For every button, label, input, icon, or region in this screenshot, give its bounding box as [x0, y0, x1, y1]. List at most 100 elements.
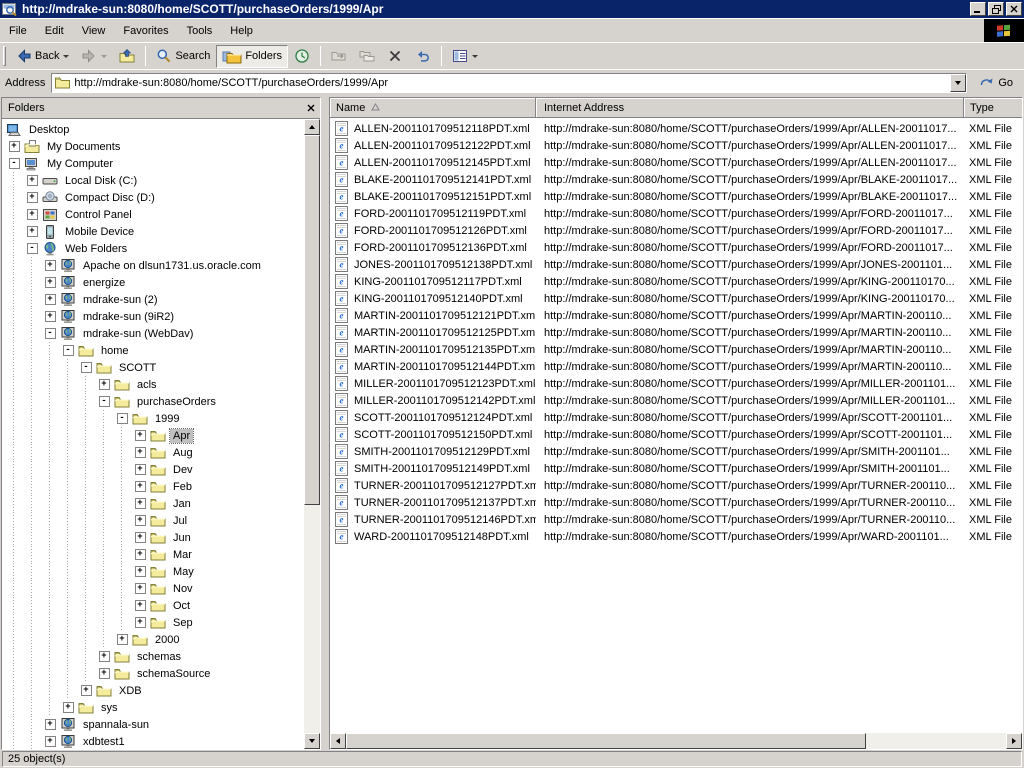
- go-button[interactable]: Go: [973, 72, 1019, 94]
- scroll-up-button[interactable]: [304, 119, 320, 135]
- file-name-cell[interactable]: eALLEN-2001101709512122PDT.xml: [330, 138, 536, 153]
- file-name-cell[interactable]: eALLEN-2001101709512118PDT.xml: [330, 121, 536, 136]
- file-row[interactable]: eWARD-2001101709512148PDT.xmlhttp://mdra…: [330, 528, 1022, 545]
- tree-item-oct[interactable]: +Oct: [2, 597, 304, 614]
- tree-item-home[interactable]: -home: [2, 342, 304, 359]
- tree-item-schemasource[interactable]: +schemaSource: [2, 665, 304, 682]
- file-name-cell[interactable]: eMARTIN-2001101709512144PDT.xml: [330, 359, 536, 374]
- tree-item-spannala-sun[interactable]: +spannala-sun: [2, 716, 304, 733]
- tree-item-jun[interactable]: +Jun: [2, 529, 304, 546]
- file-row[interactable]: eALLEN-2001101709512118PDT.xmlhttp://mdr…: [330, 120, 1022, 137]
- list-scrollbar-track[interactable]: [866, 733, 1006, 749]
- forward-dropdown-caret[interactable]: [101, 55, 107, 58]
- file-name-cell[interactable]: eJONES-2001101709512138PDT.xml: [330, 257, 536, 272]
- menu-item-help[interactable]: Help: [221, 19, 262, 42]
- tree-item-xdbtest1[interactable]: +xdbtest1: [2, 733, 304, 749]
- menu-item-favorites[interactable]: Favorites: [114, 19, 177, 42]
- move-to-button[interactable]: [325, 45, 353, 68]
- search-button[interactable]: Search: [150, 45, 216, 68]
- tree-expand-toggle[interactable]: -: [113, 410, 131, 427]
- tree-expand-toggle[interactable]: +: [41, 308, 59, 325]
- file-name-cell[interactable]: eMILLER-2001101709512123PDT.xml: [330, 376, 536, 391]
- tree-expand-toggle[interactable]: +: [5, 138, 23, 155]
- tree-expand-toggle[interactable]: +: [95, 376, 113, 393]
- tree-item-acls[interactable]: +acls: [2, 376, 304, 393]
- file-name-cell[interactable]: eFORD-2001101709512126PDT.xml: [330, 223, 536, 238]
- tree-expand-toggle[interactable]: +: [41, 716, 59, 733]
- views-button[interactable]: [446, 45, 484, 68]
- tree-expand-toggle[interactable]: +: [131, 478, 149, 495]
- folders-button[interactable]: Folders: [216, 45, 288, 68]
- tree-item-jan[interactable]: +Jan: [2, 495, 304, 512]
- tree-expand-toggle[interactable]: +: [95, 665, 113, 682]
- address-input[interactable]: http://mdrake-sun:8080/home/SCOTT/purcha…: [51, 73, 967, 93]
- tree-expand-toggle[interactable]: +: [131, 512, 149, 529]
- list-scrollbar-thumb[interactable]: [346, 733, 866, 749]
- tree-expand-toggle[interactable]: +: [131, 614, 149, 631]
- file-row[interactable]: eSCOTT-2001101709512124PDT.xmlhttp://mdr…: [330, 409, 1022, 426]
- tree-item-compact-disc-d[interactable]: +Compact Disc (D:): [2, 189, 304, 206]
- file-row[interactable]: eBLAKE-2001101709512141PDT.xmlhttp://mdr…: [330, 171, 1022, 188]
- tree-item-may[interactable]: +May: [2, 563, 304, 580]
- tree-item-mar[interactable]: +Mar: [2, 546, 304, 563]
- file-row[interactable]: eALLEN-2001101709512122PDT.xmlhttp://mdr…: [330, 137, 1022, 154]
- tree-item-control-panel[interactable]: +Control Panel: [2, 206, 304, 223]
- file-name-cell[interactable]: eFORD-2001101709512136PDT.xml: [330, 240, 536, 255]
- tree-scrollbar-track[interactable]: [304, 505, 320, 733]
- tree-vertical-scrollbar[interactable]: [304, 119, 320, 749]
- tree-expand-toggle[interactable]: +: [131, 529, 149, 546]
- tree-item-energize[interactable]: +energize: [2, 274, 304, 291]
- file-name-cell[interactable]: eWARD-2001101709512148PDT.xml: [330, 529, 536, 544]
- file-row[interactable]: eMARTIN-2001101709512144PDT.xmlhttp://md…: [330, 358, 1022, 375]
- file-name-cell[interactable]: eMILLER-2001101709512142PDT.xml: [330, 393, 536, 408]
- tree-expand-toggle[interactable]: -: [5, 155, 23, 172]
- column-header-internet-address[interactable]: Internet Address: [536, 98, 964, 117]
- scroll-left-button[interactable]: [330, 733, 346, 749]
- tree-expand-toggle[interactable]: +: [131, 546, 149, 563]
- tree-expand-toggle[interactable]: +: [23, 206, 41, 223]
- file-row[interactable]: eTURNER-2001101709512137PDT.xmlhttp://md…: [330, 494, 1022, 511]
- file-row[interactable]: eFORD-2001101709512136PDT.xmlhttp://mdra…: [330, 239, 1022, 256]
- tree-item-mdrake-sun-webdav[interactable]: -mdrake-sun (WebDav): [2, 325, 304, 342]
- tree-item-my-computer[interactable]: -My Computer: [2, 155, 304, 172]
- tree-item-purchaseorders[interactable]: -purchaseOrders: [2, 393, 304, 410]
- tree-item-aug[interactable]: +Aug: [2, 444, 304, 461]
- tree-expand-toggle[interactable]: +: [131, 461, 149, 478]
- back-button[interactable]: Back: [10, 45, 75, 68]
- tree-item-scott[interactable]: -SCOTT: [2, 359, 304, 376]
- file-row[interactable]: eTURNER-2001101709512127PDT.xmlhttp://md…: [330, 477, 1022, 494]
- file-name-cell[interactable]: eSMITH-2001101709512129PDT.xml: [330, 444, 536, 459]
- tree-expand-toggle[interactable]: +: [41, 274, 59, 291]
- copy-to-button[interactable]: [353, 45, 381, 68]
- file-row[interactable]: eSMITH-2001101709512129PDT.xmlhttp://mdr…: [330, 443, 1022, 460]
- tree-item-feb[interactable]: +Feb: [2, 478, 304, 495]
- tree-item-jul[interactable]: +Jul: [2, 512, 304, 529]
- tree-expand-toggle[interactable]: +: [131, 563, 149, 580]
- tree-expand-toggle[interactable]: +: [113, 631, 131, 648]
- address-dropdown-button[interactable]: [950, 74, 966, 92]
- tree-item-mobile-device[interactable]: +Mobile Device: [2, 223, 304, 240]
- tree-expand-toggle[interactable]: -: [59, 342, 77, 359]
- file-name-cell[interactable]: eSCOTT-2001101709512150PDT.xml: [330, 427, 536, 442]
- file-name-cell[interactable]: eKING-2001101709512140PDT.xml: [330, 291, 536, 306]
- menu-item-view[interactable]: View: [73, 19, 115, 42]
- tree-item-apache-on-dlsun1731-us-oracle-com[interactable]: +Apache on dlsun1731.us.oracle.com: [2, 257, 304, 274]
- file-name-cell[interactable]: eMARTIN-2001101709512121PDT.xml: [330, 308, 536, 323]
- tree-item-nov[interactable]: +Nov: [2, 580, 304, 597]
- file-name-cell[interactable]: eBLAKE-2001101709512141PDT.xml: [330, 172, 536, 187]
- file-name-cell[interactable]: eTURNER-2001101709512146PDT.xml: [330, 512, 536, 527]
- delete-button[interactable]: [381, 45, 409, 68]
- up-button[interactable]: [113, 45, 141, 68]
- tree-expand-toggle[interactable]: -: [41, 325, 59, 342]
- column-header-name[interactable]: Name: [330, 98, 536, 117]
- close-button[interactable]: [1006, 2, 1022, 16]
- file-name-cell[interactable]: eFORD-2001101709512119PDT.xml: [330, 206, 536, 221]
- file-row[interactable]: eKING-2001101709512117PDT.xmlhttp://mdra…: [330, 273, 1022, 290]
- menu-item-tools[interactable]: Tools: [178, 19, 222, 42]
- history-button[interactable]: [288, 45, 316, 68]
- file-row[interactable]: eMARTIN-2001101709512125PDT.xmlhttp://md…: [330, 324, 1022, 341]
- tree-item-local-disk-c[interactable]: +Local Disk (C:): [2, 172, 304, 189]
- file-row[interactable]: eFORD-2001101709512126PDT.xmlhttp://mdra…: [330, 222, 1022, 239]
- menu-item-edit[interactable]: Edit: [36, 19, 73, 42]
- tree-expand-toggle[interactable]: +: [41, 291, 59, 308]
